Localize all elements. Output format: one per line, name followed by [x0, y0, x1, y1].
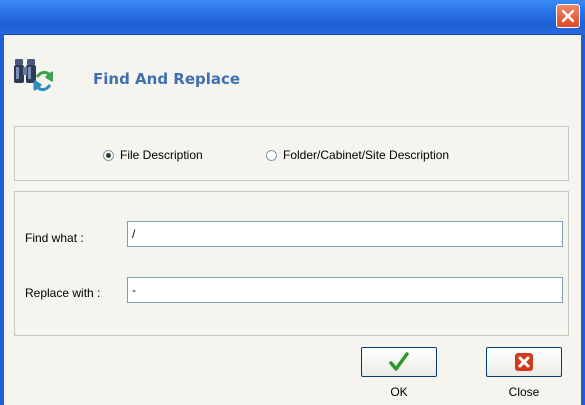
find-what-label: Find what : — [25, 231, 84, 245]
radio-folder-description[interactable]: Folder/Cabinet/Site Description — [266, 148, 449, 162]
radio-file-description[interactable]: File Description — [103, 148, 203, 162]
checkmark-icon — [389, 352, 409, 371]
replace-with-input[interactable] — [127, 277, 563, 303]
ok-button-label[interactable]: OK — [361, 385, 437, 399]
window-border-right — [581, 34, 585, 405]
title-bar — [0, 0, 585, 35]
fields-group — [14, 191, 569, 336]
close-button-label[interactable]: Close — [486, 385, 562, 399]
replace-with-label: Replace with : — [25, 286, 101, 300]
red-x-icon — [515, 353, 533, 371]
ok-button[interactable] — [361, 347, 437, 377]
close-button[interactable] — [486, 347, 562, 377]
find-what-input[interactable] — [127, 221, 563, 247]
binoculars-replace-icon — [13, 55, 54, 97]
dialog-title: Find And Replace — [93, 70, 241, 88]
window-close-button[interactable] — [556, 4, 580, 28]
radio-button-unchecked[interactable] — [266, 149, 277, 161]
radio-label: File Description — [120, 148, 203, 162]
radio-label: Folder/Cabinet/Site Description — [283, 148, 450, 162]
window-border-left — [0, 34, 4, 405]
radio-button-checked[interactable] — [103, 149, 114, 161]
close-icon — [561, 9, 575, 23]
